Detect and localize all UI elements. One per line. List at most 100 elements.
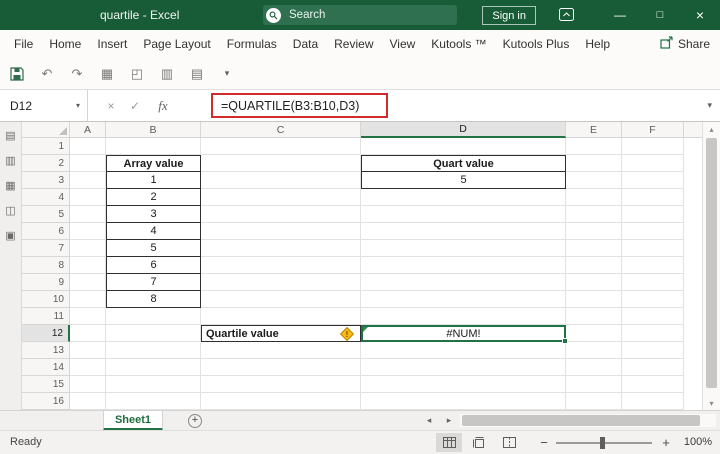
scroll-right-button[interactable]: ▸ — [440, 411, 458, 430]
cell-d12[interactable]: #NUM! — [361, 325, 566, 342]
row-header-4[interactable]: 4 — [22, 189, 70, 206]
ribbon-tab-data[interactable]: Data — [285, 30, 326, 58]
add-sheet-button[interactable]: + — [188, 414, 202, 428]
row-header-5[interactable]: 5 — [22, 206, 70, 223]
scroll-down-button[interactable]: ▾ — [703, 396, 720, 410]
ribbon-tab-view[interactable]: View — [382, 30, 424, 58]
row-header-8[interactable]: 8 — [22, 257, 70, 274]
row-header-15[interactable]: 15 — [22, 376, 70, 393]
horizontal-scrollbar-thumb[interactable] — [462, 415, 700, 426]
scroll-up-button[interactable]: ▴ — [703, 122, 720, 136]
fill-handle[interactable] — [562, 338, 568, 344]
kutools-sidebar-icon-3[interactable]: ▦ — [5, 180, 15, 192]
row-header-2[interactable]: 2 — [22, 155, 70, 172]
cell-b5[interactable]: 3 — [106, 205, 201, 223]
print-preview-icon[interactable]: ◰ — [128, 64, 146, 84]
row-header-1[interactable]: 1 — [22, 138, 70, 155]
kutools-sidebar-icon-2[interactable]: ▥ — [5, 155, 15, 167]
zoom-level[interactable]: 100% — [684, 431, 712, 454]
name-box-dropdown-icon[interactable]: ▾ — [76, 101, 80, 110]
cell-b7[interactable]: 5 — [106, 239, 201, 257]
table-icon[interactable]: ▦ — [98, 64, 116, 84]
page-break-view-icon — [503, 437, 516, 448]
gridline — [70, 392, 684, 393]
undo-icon[interactable]: ↶ — [38, 64, 56, 84]
warning-exclamation-icon: ! — [343, 330, 351, 338]
row-header-3[interactable]: 3 — [22, 172, 70, 189]
column-header-f[interactable]: F — [622, 122, 684, 138]
search-box[interactable]: Search — [263, 5, 457, 25]
share-button[interactable]: Share — [660, 30, 710, 58]
select-all-triangle — [59, 127, 67, 135]
sign-in-button[interactable]: Sign in — [482, 6, 536, 25]
vertical-scrollbar[interactable]: ▴ ▾ — [702, 122, 720, 410]
cell-c12[interactable]: Quartile value! — [201, 325, 361, 342]
document-icon[interactable]: ▤ — [188, 64, 206, 84]
column-header-d[interactable]: D — [361, 122, 566, 138]
select-all-button[interactable] — [22, 122, 70, 138]
row-header-9[interactable]: 9 — [22, 274, 70, 291]
insert-function-button[interactable]: fx — [150, 90, 176, 121]
ribbon-tab-home[interactable]: Home — [41, 30, 89, 58]
vertical-scrollbar-thumb[interactable] — [706, 138, 717, 388]
minimize-button[interactable]: — — [600, 0, 640, 30]
row-header-10[interactable]: 10 — [22, 291, 70, 308]
customize-toolbar-icon[interactable]: ▾ — [218, 64, 236, 84]
column-header-a[interactable]: A — [70, 122, 106, 138]
kutools-sidebar-icon-4[interactable]: ◫ — [5, 205, 15, 217]
ribbon-tab-insert[interactable]: Insert — [89, 30, 135, 58]
formula-input[interactable]: =QUARTILE(B3:B10,D3) — [186, 90, 694, 121]
column-header-c[interactable]: C — [201, 122, 361, 138]
cell-b6[interactable]: 4 — [106, 222, 201, 240]
row-header-6[interactable]: 6 — [22, 223, 70, 240]
kutools-sidebar-icon-5[interactable]: ▣ — [5, 230, 15, 242]
page-layout-view-button[interactable] — [466, 433, 492, 452]
cell-b4[interactable]: 2 — [106, 188, 201, 206]
row-header-7[interactable]: 7 — [22, 240, 70, 257]
name-box[interactable]: D12 ▾ — [0, 90, 88, 121]
column-header-b[interactable]: B — [106, 122, 201, 138]
gridline — [621, 138, 622, 410]
cell-b10[interactable]: 8 — [106, 290, 201, 308]
cell-b9[interactable]: 7 — [106, 273, 201, 291]
close-button[interactable]: × — [680, 0, 720, 30]
cell-d2[interactable]: Quart value — [361, 155, 566, 172]
cell-b3[interactable]: 1 — [106, 171, 201, 189]
horizontal-scrollbar[interactable] — [460, 414, 716, 427]
cell-d3[interactable]: 5 — [361, 171, 566, 189]
page-break-view-button[interactable] — [496, 433, 522, 452]
share-icon — [660, 36, 673, 52]
row-header-13[interactable]: 13 — [22, 342, 70, 359]
chart-icon[interactable]: ▥ — [158, 64, 176, 84]
cancel-button[interactable]: × — [100, 90, 122, 121]
zoom-out-button[interactable]: − — [536, 431, 552, 454]
ribbon-tab-formulas[interactable]: Formulas — [219, 30, 285, 58]
zoom-slider-thumb[interactable] — [600, 437, 605, 449]
ribbon-tab-kutools[interactable]: Kutools ™ — [423, 30, 494, 58]
ribbon-tab-file[interactable]: File — [6, 30, 41, 58]
ribbon-tab-kutools-plus[interactable]: Kutools Plus — [495, 30, 578, 58]
maximize-button[interactable]: □ — [640, 0, 680, 30]
cell-b2[interactable]: Array value — [106, 155, 201, 172]
row-header-11[interactable]: 11 — [22, 308, 70, 325]
kutools-sidebar-icon-1[interactable]: ▤ — [5, 130, 15, 142]
scroll-left-button[interactable]: ◂ — [420, 411, 438, 430]
save-icon[interactable] — [8, 64, 26, 84]
ribbon-tab-page-layout[interactable]: Page Layout — [135, 30, 218, 58]
normal-view-icon — [443, 437, 456, 448]
zoom-in-button[interactable]: + — [658, 431, 674, 454]
enter-button[interactable]: ✓ — [124, 90, 146, 121]
redo-icon[interactable]: ↷ — [68, 64, 86, 84]
column-header-e[interactable]: E — [566, 122, 622, 138]
row-header-16[interactable]: 16 — [22, 393, 70, 410]
row-header-12[interactable]: 12 — [22, 325, 70, 342]
cell-b8[interactable]: 6 — [106, 256, 201, 274]
formula-bar-expand-icon[interactable]: ▾ — [707, 90, 712, 121]
error-options-button[interactable]: ! — [340, 326, 354, 340]
normal-view-button[interactable] — [436, 433, 462, 452]
row-header-14[interactable]: 14 — [22, 359, 70, 376]
ribbon-tab-help[interactable]: Help — [577, 30, 618, 58]
sheet-tab-sheet1[interactable]: Sheet1 — [103, 411, 163, 431]
ribbon-tab-review[interactable]: Review — [326, 30, 381, 58]
ribbon-display-options-icon[interactable] — [559, 8, 574, 21]
